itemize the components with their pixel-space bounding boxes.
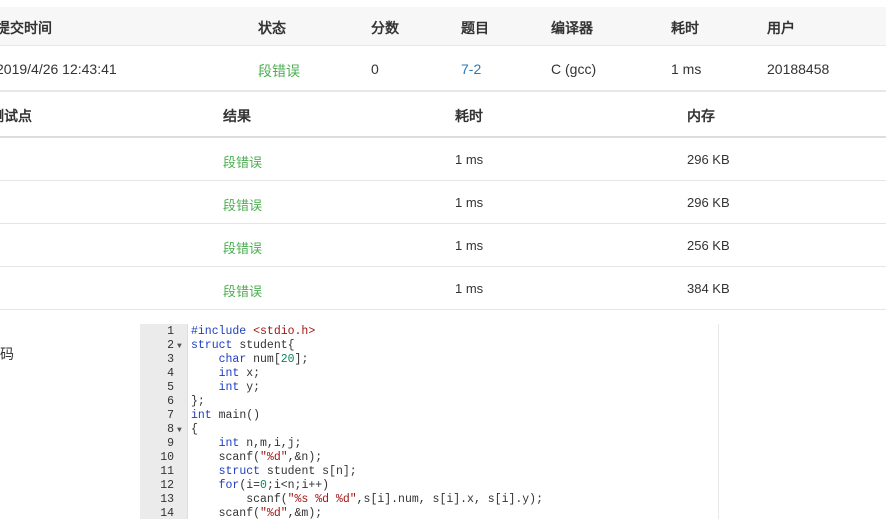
header-elapsed: 耗时 bbox=[671, 20, 699, 36]
header-compiler: 编译器 bbox=[551, 20, 593, 36]
line-number: 8 bbox=[167, 423, 174, 436]
header-score: 分数 bbox=[371, 20, 399, 36]
submission-table-header: 提交时间 状态 分数 题目 编译器 耗时 用户 bbox=[0, 7, 886, 46]
code-line: int x; bbox=[218, 367, 261, 380]
code-line: struct student s[n]; bbox=[218, 465, 357, 478]
fold-toggle-icon[interactable]: ▼ bbox=[177, 424, 182, 438]
code-line: char num[20]; bbox=[218, 353, 309, 366]
testcase-memory: 296 KB bbox=[687, 152, 730, 167]
line-number: 5 bbox=[167, 381, 174, 394]
line-number: 6 bbox=[167, 395, 174, 408]
header-submit-time: 提交时间 bbox=[0, 20, 52, 36]
testcase-row: 段错误 1 ms 296 KB bbox=[0, 181, 886, 224]
code-line: { bbox=[191, 423, 198, 436]
line-number: 3 bbox=[167, 353, 174, 366]
code-line: int n,m,i,j; bbox=[218, 437, 302, 450]
header-memory: 内存 bbox=[687, 108, 715, 124]
elapsed-value: 1 ms bbox=[671, 61, 702, 77]
line-number: 9 bbox=[167, 437, 174, 450]
compiler-value: C (gcc) bbox=[551, 61, 597, 77]
testcase-time: 1 ms bbox=[455, 238, 484, 253]
code-line: scanf("%s %d %d",s[i].num, s[i].x, s[i].… bbox=[191, 493, 543, 506]
code-line: }; bbox=[191, 395, 205, 408]
status-badge: 段错误 bbox=[258, 63, 300, 79]
testcase-row: 段错误 1 ms 256 KB bbox=[0, 224, 886, 267]
code-line: scanf("%d",&m); bbox=[191, 507, 323, 519]
header-problem: 题目 bbox=[461, 20, 489, 36]
testcase-result: 段错误 bbox=[223, 155, 263, 170]
testcase-result: 段错误 bbox=[223, 241, 263, 256]
testcase-memory: 384 KB bbox=[687, 281, 730, 296]
line-number: 2 bbox=[167, 339, 174, 352]
testcase-table-header: 测试点 结果 耗时 内存 bbox=[0, 92, 886, 138]
testcase-row: 段错误 1 ms 384 KB bbox=[0, 267, 886, 310]
testcase-time: 1 ms bbox=[455, 281, 484, 296]
editor-right-border bbox=[718, 324, 719, 519]
code-line: for(i=0;i<n;i++) bbox=[218, 479, 330, 492]
fold-toggle-icon[interactable]: ▼ bbox=[177, 340, 182, 354]
score-value: 0 bbox=[371, 61, 379, 77]
header-testcase: 测试点 bbox=[0, 108, 32, 124]
line-number: 7 bbox=[167, 409, 174, 422]
line-number: 13 bbox=[160, 493, 174, 506]
line-number: 4 bbox=[167, 367, 174, 380]
submission-row: 2019/4/26 12:43:41 段错误 0 7-2 C (gcc) 1 m… bbox=[0, 46, 886, 92]
testcase-row: 段错误 1 ms 296 KB bbox=[0, 138, 886, 181]
code-line: #include <stdio.h> bbox=[191, 325, 316, 338]
user-value: 20188458 bbox=[767, 61, 830, 77]
testcase-result: 段错误 bbox=[223, 198, 263, 213]
line-number: 11 bbox=[160, 465, 174, 478]
testcase-time: 1 ms bbox=[455, 195, 484, 210]
testcase-time: 1 ms bbox=[455, 152, 484, 167]
header-status: 状态 bbox=[258, 20, 286, 36]
testcase-memory: 256 KB bbox=[687, 238, 730, 253]
line-number: 1 bbox=[167, 325, 174, 338]
code-section-label: 代码 bbox=[0, 344, 14, 364]
testcase-result: 段错误 bbox=[223, 284, 263, 299]
submit-time: 2019/4/26 12:43:41 bbox=[0, 61, 117, 77]
code-line: struct student{ bbox=[191, 339, 295, 352]
code-line: int main() bbox=[191, 409, 261, 422]
line-number: 12 bbox=[160, 479, 174, 492]
header-result: 结果 bbox=[223, 108, 251, 124]
header-user: 用户 bbox=[767, 20, 795, 36]
code-label-text: 代码 bbox=[0, 346, 14, 362]
header-time: 耗时 bbox=[455, 108, 483, 124]
line-number: 14 bbox=[160, 507, 174, 519]
code-line: scanf("%d",&n); bbox=[191, 451, 323, 464]
problem-link[interactable]: 7-2 bbox=[461, 61, 481, 77]
code-line: int y; bbox=[218, 381, 261, 394]
line-number: 10 bbox=[160, 451, 174, 464]
testcase-memory: 296 KB bbox=[687, 195, 730, 210]
code-editor[interactable]: 1 #include <stdio.h> 2 ▼ struct student{3 ch… bbox=[140, 324, 720, 519]
